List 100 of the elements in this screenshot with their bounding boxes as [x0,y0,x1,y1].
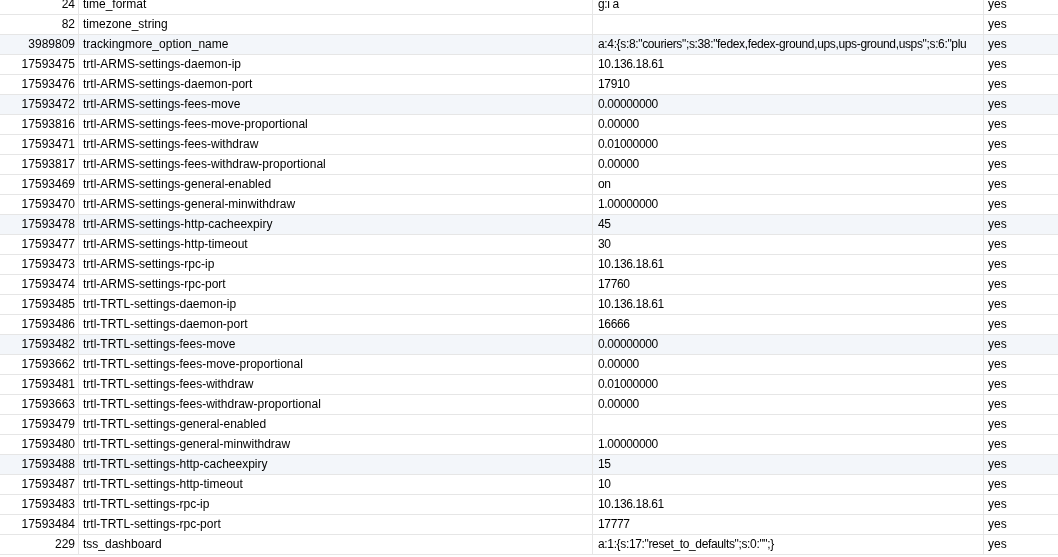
autoload-cell: yes [988,357,1007,371]
value-cell: 0.00000 [598,397,639,411]
table-row[interactable]: 17593474 trtl-ARMS-settings-rpc-port 17760 yes [0,275,1058,295]
value-cell: 10.136.18.61 [598,497,664,511]
id-cell: 17593474 [21,277,75,291]
value-cell: 0.01000000 [598,377,658,391]
name-cell: trtl-TRTL-settings-http-cacheexpiry [83,457,268,471]
value-cell: 17910 [598,77,630,91]
name-cell: trtl-ARMS-settings-daemon-ip [83,57,242,71]
name-cell: trtl-ARMS-settings-fees-move [83,97,241,111]
value-cell: g:i a [598,0,619,11]
name-cell: timezone_string [83,17,168,31]
value-cell: 0.00000 [598,157,639,171]
name-cell: trtl-ARMS-settings-rpc-port [83,277,226,291]
table-row[interactable]: 229 tss_dashboard a:1:{s:17:"reset_to_defaults";s:0:"";} yes [0,535,1058,555]
id-cell: 17593816 [21,117,75,131]
value-cell: 10 [598,477,611,491]
table-row[interactable]: 17593479 trtl-TRTL-settings-general-enabled yes [0,415,1058,435]
id-cell: 17593481 [21,377,75,391]
value-cell: 10.136.18.61 [598,57,664,71]
table-row[interactable]: 17593471 trtl-ARMS-settings-fees-withdraw 0.01000000 yes [0,135,1058,155]
id-cell: 17593477 [21,237,75,251]
table-row[interactable]: 24 time_format g:i a yes [0,0,1058,15]
name-cell: trtl-TRTL-settings-daemon-ip [83,297,237,311]
id-cell: 17593663 [21,397,75,411]
name-cell: trtl-TRTL-settings-rpc-port [83,517,221,531]
table-row[interactable]: 3989809 trackingmore_option_name a:4:{s:8:"couriers";s:38:"fedex,fedex-ground,ups,ups-ground,usps";s:6:"plu yes [0,35,1058,55]
name-cell: trtl-ARMS-settings-http-timeout [83,237,248,251]
value-cell: 0.00000000 [598,97,658,111]
value-cell: 15 [598,457,611,471]
name-cell: trtl-ARMS-settings-fees-withdraw-proportional [83,157,326,171]
name-cell: trtl-TRTL-settings-fees-move-proportional [83,357,303,371]
autoload-cell: yes [988,417,1007,431]
table-row[interactable]: 17593485 trtl-TRTL-settings-daemon-ip 10.136.18.61 yes [0,295,1058,315]
table-row[interactable]: 17593817 trtl-ARMS-settings-fees-withdraw-proportional 0.00000 yes [0,155,1058,175]
id-cell: 17593482 [21,337,75,351]
id-cell: 17593479 [21,417,75,431]
autoload-cell: yes [988,257,1007,271]
value-cell: 17777 [598,517,630,531]
id-cell: 17593470 [21,197,75,211]
value-cell: on [598,177,611,191]
id-cell: 17593471 [21,137,75,151]
autoload-cell: yes [988,437,1007,451]
value-cell: 16666 [598,317,630,331]
id-cell: 17593485 [21,297,75,311]
table-row[interactable]: 17593484 trtl-TRTL-settings-rpc-port 17777 yes [0,515,1058,535]
name-cell: trtl-TRTL-settings-fees-withdraw [83,377,254,391]
autoload-cell: yes [988,397,1007,411]
autoload-cell: yes [988,497,1007,511]
value-cell: 0.00000 [598,357,639,371]
table-row[interactable]: 17593473 trtl-ARMS-settings-rpc-ip 10.136.18.61 yes [0,255,1058,275]
autoload-cell: yes [988,537,1007,551]
table-row[interactable]: 17593469 trtl-ARMS-settings-general-enabled on yes [0,175,1058,195]
table-row[interactable]: 17593816 trtl-ARMS-settings-fees-move-proportional 0.00000 yes [0,115,1058,135]
id-cell: 17593476 [21,77,75,91]
table-row[interactable]: 17593478 trtl-ARMS-settings-http-cacheexpiry 45 yes [0,215,1058,235]
autoload-cell: yes [988,337,1007,351]
id-cell: 17593817 [21,157,75,171]
name-cell: trtl-ARMS-settings-general-minwithdraw [83,197,296,211]
id-cell: 17593484 [21,517,75,531]
table-row[interactable]: 17593475 trtl-ARMS-settings-daemon-ip 10.136.18.61 yes [0,55,1058,75]
autoload-cell: yes [988,277,1007,291]
name-cell: trtl-TRTL-settings-http-timeout [83,477,243,491]
table-row[interactable]: 17593487 trtl-TRTL-settings-http-timeout 10 yes [0,475,1058,495]
name-cell: trtl-ARMS-settings-general-enabled [83,177,272,191]
table-row[interactable]: 17593481 trtl-TRTL-settings-fees-withdraw 0.01000000 yes [0,375,1058,395]
id-cell: 17593473 [21,257,75,271]
id-cell: 17593483 [21,497,75,511]
table-row[interactable]: 17593482 trtl-TRTL-settings-fees-move 0.00000000 yes [0,335,1058,355]
value-cell: 30 [598,237,611,251]
id-cell: 17593475 [21,57,75,71]
value-cell: a:1:{s:17:"reset_to_defaults";s:0:"";} [598,537,774,551]
name-cell: trtl-TRTL-settings-fees-withdraw-proportional [83,397,321,411]
table-row[interactable]: 17593483 trtl-TRTL-settings-rpc-ip 10.136.18.61 yes [0,495,1058,515]
name-cell: trackingmore_option_name [83,37,229,51]
autoload-cell: yes [988,297,1007,311]
id-cell: 17593487 [21,477,75,491]
id-cell: 24 [61,0,75,11]
value-cell: 0.01000000 [598,137,658,151]
autoload-cell: yes [988,377,1007,391]
table-row[interactable]: 17593477 trtl-ARMS-settings-http-timeout 30 yes [0,235,1058,255]
id-cell: 229 [54,537,75,551]
table-row[interactable]: 17593472 trtl-ARMS-settings-fees-move 0.00000000 yes [0,95,1058,115]
name-cell: trtl-ARMS-settings-fees-withdraw [83,137,259,151]
autoload-cell: yes [988,77,1007,91]
table-row[interactable]: 17593663 trtl-TRTL-settings-fees-withdraw-proportional 0.00000 yes [0,395,1058,415]
autoload-cell: yes [988,317,1007,331]
name-cell: trtl-TRTL-settings-general-minwithdraw [83,437,291,451]
id-cell: 17593488 [21,457,75,471]
name-cell: trtl-ARMS-settings-http-cacheexpiry [83,217,273,231]
autoload-cell: yes [988,177,1007,191]
autoload-cell: yes [988,477,1007,491]
name-cell: trtl-ARMS-settings-fees-move-proportional [83,117,308,131]
table-row[interactable]: 17593488 trtl-TRTL-settings-http-cacheexpiry 15 yes [0,455,1058,475]
value-cell: 1.00000000 [598,437,658,451]
autoload-cell: yes [988,117,1007,131]
id-cell: 17593486 [21,317,75,331]
table-row[interactable]: 17593662 trtl-TRTL-settings-fees-move-proportional 0.00000 yes [0,355,1058,375]
autoload-cell: yes [988,0,1007,11]
autoload-cell: yes [988,17,1007,31]
